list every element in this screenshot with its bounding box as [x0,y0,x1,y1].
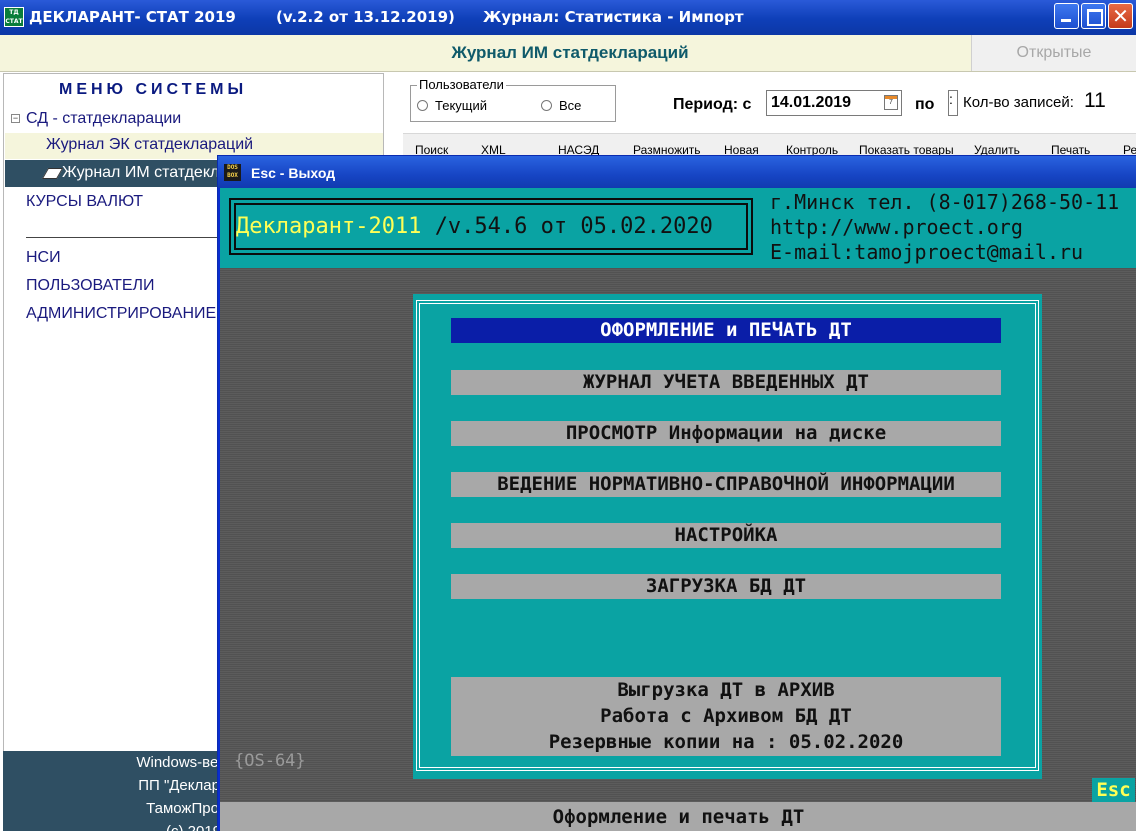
esc-key-hint[interactable]: Esc [1092,778,1135,803]
radio-current-user[interactable] [417,100,428,111]
dialog-titlebar[interactable]: DOS BOX Esc - Выход [218,156,1136,188]
menu-item-users[interactable]: ПОЛЬЗОВАТЕЛИ [26,277,155,295]
dos-menu-item-journal[interactable]: ЖУРНАЛ УЧЕТА ВВЕДЕННЫХ ДТ [451,370,1001,395]
dos-version: /v.54.6 от 05.02.2020 [434,214,713,239]
period-label: Период: с [673,96,752,113]
menu-item-statdeclarations[interactable]: СД - статдекларации [26,110,181,128]
app-name: ДЕКЛАРАНТ- СТАТ 2019 [29,8,236,26]
menu-item-currency-rates[interactable]: КУРСЫ ВАЛЮТ [26,193,143,211]
radio-all-label[interactable]: Все [559,98,581,113]
dos-menu-item-settings[interactable]: НАСТРОЙКА [451,523,1001,548]
app-logo-icon: ТД СТАТ [4,7,24,27]
dos-menu-item-view-disk[interactable]: ПРОСМОТР Информации на диске [451,421,1001,446]
filter-panel: Пользователи Текущий Все Период: с 14.01… [403,73,1136,133]
dialog-title: Esc - Выход [251,165,336,181]
record-count-value: 11 [1084,89,1106,112]
date-from-field[interactable]: 14.01.2019 [766,90,902,116]
radio-all-users[interactable] [541,100,552,111]
dos-status-bar: Оформление и печать ДТ [220,802,1136,831]
dos-archive-work[interactable]: Работа с Архивом БД ДТ [451,703,1001,729]
dos-screen: Декларант-2011 /v.54.6 от 05.02.2020 г.М… [220,188,1136,831]
dos-archive-block[interactable]: Выгрузка ДТ в АРХИВ Работа с Архивом БД … [451,677,1001,756]
pencil-icon [41,168,64,179]
dos-contact-email: E-mail:tamojproect@mail.ru [770,240,1084,264]
system-menu-title: МЕНЮ СИСТЕМЫ [59,81,248,98]
dos-archive-backups[interactable]: Резервные копии на : 05.02.2020 [451,729,1001,755]
dos-brand-box: Декларант-2011 /v.54.6 от 05.02.2020 [229,198,753,255]
record-count-label: Кол-во записей: [963,94,1074,111]
maximize-button[interactable] [1081,3,1106,29]
dos-brand-name: Декларант-2011 [236,214,422,239]
dos-header: Декларант-2011 /v.54.6 от 05.02.2020 г.М… [220,188,1136,268]
dos-contact-url: http://www.proect.org [770,215,1023,239]
dos-main-menu: ОФОРМЛЕНИЕ и ПЕЧАТЬ ДТ ЖУРНАЛ УЧЕТА ВВЕД… [413,294,1042,779]
dos-menu-item-load-db[interactable]: ЗАГРУЗКА БД ДТ [451,574,1001,599]
journal-header: Журнал ИМ статдеклараций Открытые [0,35,1136,72]
menu-item-label: Журнал ЭК статдеклараций [46,136,254,153]
dosbox-icon: DOS BOX [224,164,241,181]
dos-menu-item-reference[interactable]: ВЕДЕНИЕ НОРМАТИВНО-СПРАВОЧНОЙ ИНФОРМАЦИИ [451,472,1001,497]
minimize-button[interactable] [1054,3,1079,29]
app-journal-title: Журнал: Статистика - Импорт [483,8,744,26]
app-titlebar[interactable]: ТД СТАТ ДЕКЛАРАНТ- СТАТ 2019 (v.2.2 от 13… [0,0,1136,35]
tab-open[interactable]: Открытые [971,35,1136,71]
os-badge: {OS-64} [234,751,306,771]
dos-contact-phone: г.Минск тел. (8-017)268-50-11 [770,190,1120,214]
menu-item-admin[interactable]: АДМИНИСТРИРОВАНИЕ [26,305,216,323]
close-button[interactable]: ✕ [1108,3,1133,29]
users-filter-legend: Пользователи [417,77,506,92]
date-to-field[interactable]: : [948,90,958,116]
period-to-label: по [915,96,935,113]
page-title: Журнал ИМ статдеклараций [451,43,689,62]
close-icon: ✕ [1112,4,1129,28]
dos-dialog: DOS BOX Esc - Выход Декларант-2011 /v.54… [217,155,1136,831]
tree-collapse-icon[interactable]: − [11,114,20,123]
dos-menu-item-processing[interactable]: ОФОРМЛЕНИЕ и ПЕЧАТЬ ДТ [451,318,1001,343]
dos-archive-export[interactable]: Выгрузка ДТ в АРХИВ [451,677,1001,703]
users-filter-group: Пользователи Текущий Все [410,77,616,122]
radio-current-label[interactable]: Текущий [435,98,487,113]
app-version: (v.2.2 от 13.12.2019) [276,8,455,26]
menu-item-nsi[interactable]: НСИ [26,249,61,267]
calendar-icon[interactable]: 7 [884,95,898,110]
dos-brand: Декларант-2011 /v.54.6 от 05.02.2020 [236,214,713,239]
record-count: Кол-во записей: 11 [958,86,1136,118]
